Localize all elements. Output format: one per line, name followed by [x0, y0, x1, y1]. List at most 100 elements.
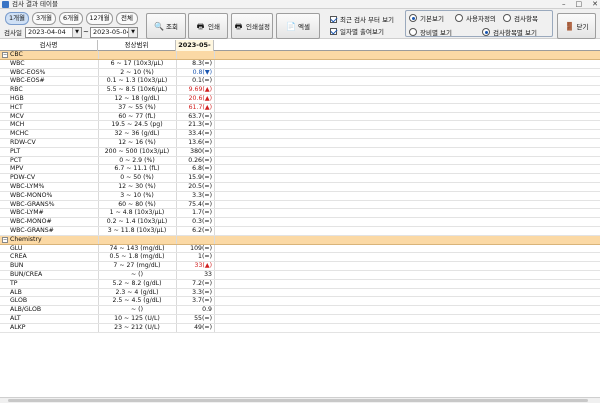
table-row[interactable]: HGB 12 ~ 18 (g/dL) 20.6(▲) — [0, 95, 600, 104]
result-value: 55(=) — [194, 315, 212, 322]
table-row[interactable]: TP 5.2 ~ 8.2 (g/dL) 7.2(=) — [0, 279, 600, 289]
result-value: 1.7(=) — [192, 209, 212, 217]
table-row[interactable]: MCHC 32 ~ 36 (g/dL) 33.4(=) — [0, 130, 600, 139]
recent-first-checkbox[interactable]: 최근 검사 부터 보기 — [330, 14, 394, 24]
horizontal-scrollbar[interactable] — [0, 397, 600, 403]
result-value: 75.4(=) — [188, 200, 212, 208]
table-row[interactable]: PCT 0 ~ 2.9 (%) 0.26(=) — [0, 156, 600, 166]
table-row[interactable]: WBC-MONO# 0.2 ~ 1.4 (10x3/μL) 0.3(=) — [0, 218, 600, 227]
radio-dot[interactable] — [482, 28, 490, 36]
table-row[interactable]: ALB 2.3 ~ 4 (g/dL) 3.3(=) — [0, 288, 600, 298]
table-row[interactable]: BUN/CREA ~ () 33 — [0, 271, 600, 280]
custom-view-radio[interactable]: 사용자정의 — [455, 13, 496, 23]
table-row[interactable]: ALKP 23 ~ 212 (U/L) 49(=) — [0, 323, 600, 333]
basic-view-radio[interactable]: 기본보기 — [409, 13, 444, 23]
collapse-icon[interactable]: − — [0, 51, 8, 60]
table-row[interactable]: GLOB 2.5 ~ 4.5 (g/dL) 3.7(=) — [0, 297, 600, 307]
radio-dot[interactable] — [455, 14, 463, 22]
checkbox-box[interactable] — [330, 27, 337, 35]
normal-range: 12 ~ 16 (%) — [118, 139, 156, 146]
close-window-button[interactable]: ✕ — [592, 0, 598, 9]
column-divider — [98, 235, 99, 244]
table-row[interactable]: ALB/GLOB ~ () 0.9 — [0, 306, 600, 315]
scrollbar-thumb[interactable] — [8, 399, 588, 402]
test-name: WBC-EOS% — [10, 68, 46, 76]
test-name: WBC-LYM# — [10, 209, 44, 217]
table-row[interactable]: PDW-CV 0 ~ 50 (%) 15.9(=) — [0, 174, 600, 183]
period-1month-button[interactable]: 1개월 — [5, 12, 29, 25]
minimize-button[interactable]: – — [562, 0, 566, 9]
search-button[interactable]: 🔍 조회 — [146, 13, 186, 39]
category-name: Chemistry — [10, 235, 42, 243]
print-settings-button[interactable]: 🖶 인쇄설정 — [231, 13, 273, 39]
period-all-button[interactable]: 전체 — [116, 12, 138, 25]
table-row[interactable]: ALT 10 ~ 125 (U/L) 55(=) — [0, 315, 600, 324]
table-row[interactable]: RDW-CV 12 ~ 16 (%) 13.6(=) — [0, 139, 600, 148]
period-3month-button[interactable]: 3개월 — [32, 12, 56, 25]
table-row[interactable]: MPV 6.7 ~ 11.1 (fL) 6.8(=) — [0, 165, 600, 175]
test-name: PLT — [10, 147, 21, 155]
table-row[interactable]: BUN 7 ~ 27 (mg/dL) 33(▲) — [0, 262, 600, 271]
normal-range: 60 ~ 77 (fL) — [118, 112, 156, 120]
column-divider — [214, 95, 215, 103]
by-test-item-radio[interactable]: 검사항목별 보기 — [482, 27, 537, 37]
maximize-button[interactable]: □ — [576, 0, 583, 9]
table-row[interactable]: WBC-LYM# 1 ~ 4.8 (10x3/μL) 1.7(=) — [0, 209, 600, 219]
table-row[interactable]: WBC-EOS% 2 ~ 10 (%) 0.8(▼) — [0, 68, 600, 78]
column-divider — [214, 86, 215, 94]
table-row[interactable]: GLU 74 ~ 143 (mg/dL) 109(=) — [0, 244, 600, 254]
radio-dot[interactable] — [409, 28, 417, 36]
checkbox-box[interactable] — [330, 15, 337, 23]
table-row[interactable]: HCT 37 ~ 55 (%) 61.7(▲) — [0, 103, 600, 113]
column-divider — [98, 218, 99, 226]
column-divider — [98, 323, 99, 332]
result-value: 3.3(=) — [192, 288, 212, 296]
table-row[interactable]: WBC-MONO% 3 ~ 10 (%) 3.3(=) — [0, 191, 600, 201]
search-icon: 🔍 — [154, 21, 164, 31]
period-6month-button[interactable]: 6개월 — [59, 12, 83, 25]
table-row[interactable]: WBC-EOS# 0.1 ~ 1.3 (10x3/μL) 0.1(=) — [0, 77, 600, 87]
test-name: ALKP — [10, 323, 26, 331]
test-item-radio[interactable]: 검사항목 — [503, 13, 538, 23]
header-normal-range[interactable]: 정상범위 — [98, 40, 176, 51]
date-from-field[interactable]: 2023-04-04 ▼ — [25, 27, 82, 38]
normal-range: 32 ~ 36 (g/dL) — [114, 130, 160, 138]
column-divider — [98, 209, 99, 218]
table-row[interactable]: PLT 200 ~ 500 (10x3/μL) 380(=) — [0, 147, 600, 157]
column-divider — [98, 191, 99, 200]
table-row[interactable]: WBC 6 ~ 17 (10x3/μL) 8.3(=) — [0, 59, 600, 69]
table-row[interactable]: MCH 19.5 ~ 24.5 (pg) 21.3(=) — [0, 121, 600, 131]
table-row[interactable]: CREA 0.5 ~ 1.8 (mg/dL) 1(=) — [0, 253, 600, 263]
table-row[interactable]: WBC-GRANS% 60 ~ 80 (%) 75.4(=) — [0, 200, 600, 210]
column-divider — [176, 130, 177, 138]
header-date[interactable]: 2023-05-04 — [176, 40, 214, 60]
print-button[interactable]: 🖶 인쇄 — [188, 13, 228, 39]
chevron-down-icon[interactable]: ▼ — [72, 28, 81, 37]
normal-range: 23 ~ 212 (U/L) — [114, 323, 160, 331]
collapse-icon[interactable]: − — [0, 236, 8, 245]
column-divider — [214, 244, 215, 253]
search-button-label: 조회 — [166, 23, 178, 31]
table-row[interactable]: WBC-GRANS# 3 ~ 11.8 (10x3/μL) 6.2(=) — [0, 227, 600, 236]
column-divider — [176, 112, 177, 121]
close-button[interactable]: 🚪 닫기 — [557, 13, 596, 39]
normal-range: 0.2 ~ 1.4 (10x3/μL) — [106, 218, 168, 226]
category-row[interactable]: − Chemistry — [0, 235, 600, 245]
period-12month-button[interactable]: 12개월 — [86, 12, 113, 25]
device-view-radio[interactable]: 장비별 보기 — [409, 27, 452, 37]
excel-button[interactable]: 📄 엑셀 — [276, 13, 320, 39]
table-row[interactable]: WBC-LYM% 12 ~ 30 (%) 20.5(=) — [0, 183, 600, 192]
test-name: GLOB — [10, 297, 28, 305]
by-date-checkbox[interactable]: 일자별 출여보기 — [330, 26, 384, 36]
table-row[interactable]: RBC 5.5 ~ 8.5 (10x6/μL) 9.69(▲) — [0, 86, 600, 95]
radio-dot[interactable] — [503, 14, 511, 22]
chevron-down-icon[interactable]: ▼ — [128, 28, 137, 37]
test-name: WBC-MONO# — [10, 218, 52, 226]
header-test-name[interactable]: 검사명 — [0, 40, 98, 51]
category-row[interactable]: − CBC — [0, 51, 600, 60]
date-to-field[interactable]: 2023-05-04 ▼ — [90, 27, 138, 38]
table-row[interactable]: MCV 60 ~ 77 (fL) 63.7(=) — [0, 112, 600, 122]
test-name: WBC — [10, 59, 25, 67]
normal-range: 2 ~ 10 (%) — [120, 68, 154, 76]
radio-dot[interactable] — [409, 14, 417, 22]
